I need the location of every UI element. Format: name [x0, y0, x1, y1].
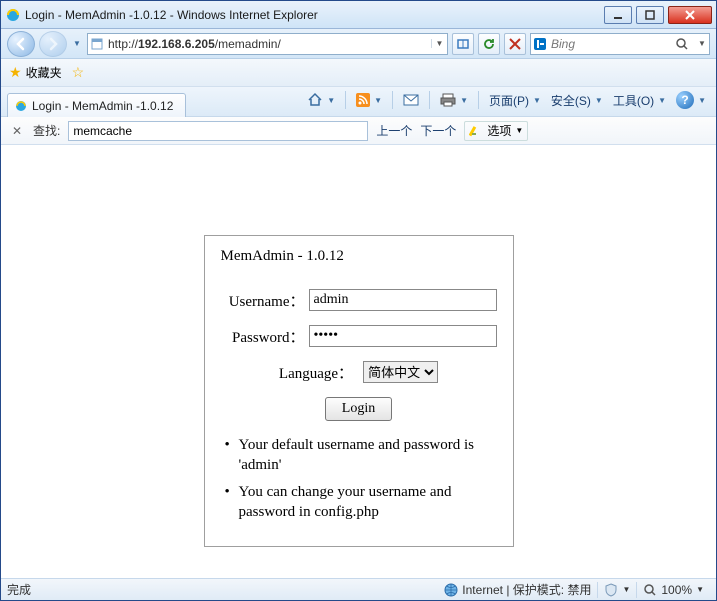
safety-menu[interactable]: 安全(S)▼ [547, 89, 607, 111]
search-dropdown[interactable]: ▼ [695, 39, 709, 48]
language-select[interactable]: 简体中文 [363, 361, 438, 383]
find-previous-button[interactable]: 上一个 [376, 122, 412, 139]
globe-icon [444, 583, 458, 597]
ie-window: Login - MemAdmin -1.0.12 - Windows Inter… [0, 0, 717, 601]
page-menu[interactable]: 页面(P)▼ [485, 89, 545, 111]
maximize-button[interactable] [636, 6, 664, 24]
zoom-icon [643, 583, 657, 597]
tools-menu[interactable]: 工具(O)▼ [609, 89, 670, 111]
page-content: MemAdmin - 1.0.12 Username： Password： La… [1, 145, 716, 578]
username-label: Username： [221, 290, 309, 311]
find-options-button[interactable]: 选项▼ [464, 121, 528, 141]
panel-title: MemAdmin - 1.0.12 [221, 248, 497, 265]
read-mail-button[interactable] [399, 89, 423, 111]
star-add-icon: ☆ [72, 64, 85, 81]
close-find-button[interactable]: ✕ [9, 123, 25, 139]
ie-tab-icon [14, 99, 28, 113]
help-button[interactable]: ?▼ [672, 89, 710, 111]
address-text[interactable]: http://192.168.6.205/memadmin/ [106, 37, 431, 51]
refresh-button[interactable] [478, 33, 500, 55]
search-placeholder: Bing [549, 37, 675, 51]
login-panel: MemAdmin - 1.0.12 Username： Password： La… [204, 235, 514, 547]
username-input[interactable] [309, 289, 497, 311]
hint-item: Your default username and password is 'a… [221, 435, 497, 476]
bing-icon [531, 37, 549, 51]
command-bar: Login - MemAdmin -1.0.12 ▼ ▼ ▼ 页面(P)▼ 安全… [1, 87, 716, 117]
find-label: 查找: [33, 122, 60, 139]
status-bar: 完成 Internet | 保护模式: 禁用 ▼ 100% ▼ [1, 578, 716, 600]
protected-mode-dropdown[interactable]: ▼ [598, 583, 636, 597]
home-button[interactable]: ▼ [303, 89, 339, 111]
browser-tab[interactable]: Login - MemAdmin -1.0.12 [7, 93, 186, 117]
zoom-control[interactable]: 100% ▼ [637, 583, 710, 597]
password-input[interactable] [309, 325, 497, 347]
security-zone[interactable]: Internet | 保护模式: 禁用 [438, 581, 597, 598]
hint-item: You can change your username and passwor… [221, 482, 497, 523]
help-icon: ? [676, 91, 694, 109]
highlight-icon [469, 124, 483, 138]
window-buttons [604, 6, 712, 24]
status-text: 完成 [7, 581, 31, 598]
feeds-button[interactable]: ▼ [352, 89, 386, 111]
ie-icon [5, 7, 21, 23]
search-box[interactable]: Bing ▼ [530, 33, 710, 55]
title-bar: Login - MemAdmin -1.0.12 - Windows Inter… [1, 1, 716, 29]
favorites-button[interactable]: ★ 收藏夹 [9, 64, 62, 81]
address-dropdown[interactable]: ▼ [431, 39, 447, 48]
find-bar: ✕ 查找: 上一个 下一个 选项▼ [1, 117, 716, 145]
stop-button[interactable] [504, 33, 526, 55]
tab-title: Login - MemAdmin -1.0.12 [32, 99, 173, 113]
address-bar[interactable]: http://192.168.6.205/memadmin/ ▼ [87, 33, 448, 55]
minimize-button[interactable] [604, 6, 632, 24]
navigation-bar: ▼ http://192.168.6.205/memadmin/ ▼ Bing … [1, 29, 716, 59]
find-input[interactable] [68, 121, 368, 141]
language-label: Language： [279, 362, 357, 383]
forward-button[interactable] [39, 31, 67, 57]
add-favorite-button[interactable]: ☆ [72, 64, 85, 81]
shield-icon [604, 583, 618, 597]
hint-list: Your default username and password is 'a… [221, 435, 497, 522]
close-button[interactable] [668, 6, 712, 24]
window-title: Login - MemAdmin -1.0.12 - Windows Inter… [25, 8, 318, 22]
back-button[interactable] [7, 31, 35, 57]
star-icon: ★ [9, 64, 22, 81]
favorites-label: 收藏夹 [26, 64, 62, 81]
nav-history-dropdown[interactable]: ▼ [71, 31, 83, 57]
favorites-bar: ★ 收藏夹 ☆ [1, 59, 716, 87]
page-icon [88, 37, 106, 51]
login-button[interactable]: Login [325, 397, 392, 421]
password-label: Password： [221, 326, 309, 347]
print-button[interactable]: ▼ [436, 89, 472, 111]
search-go-button[interactable] [675, 37, 695, 51]
compat-view-button[interactable] [452, 33, 474, 55]
find-next-button[interactable]: 下一个 [420, 122, 456, 139]
